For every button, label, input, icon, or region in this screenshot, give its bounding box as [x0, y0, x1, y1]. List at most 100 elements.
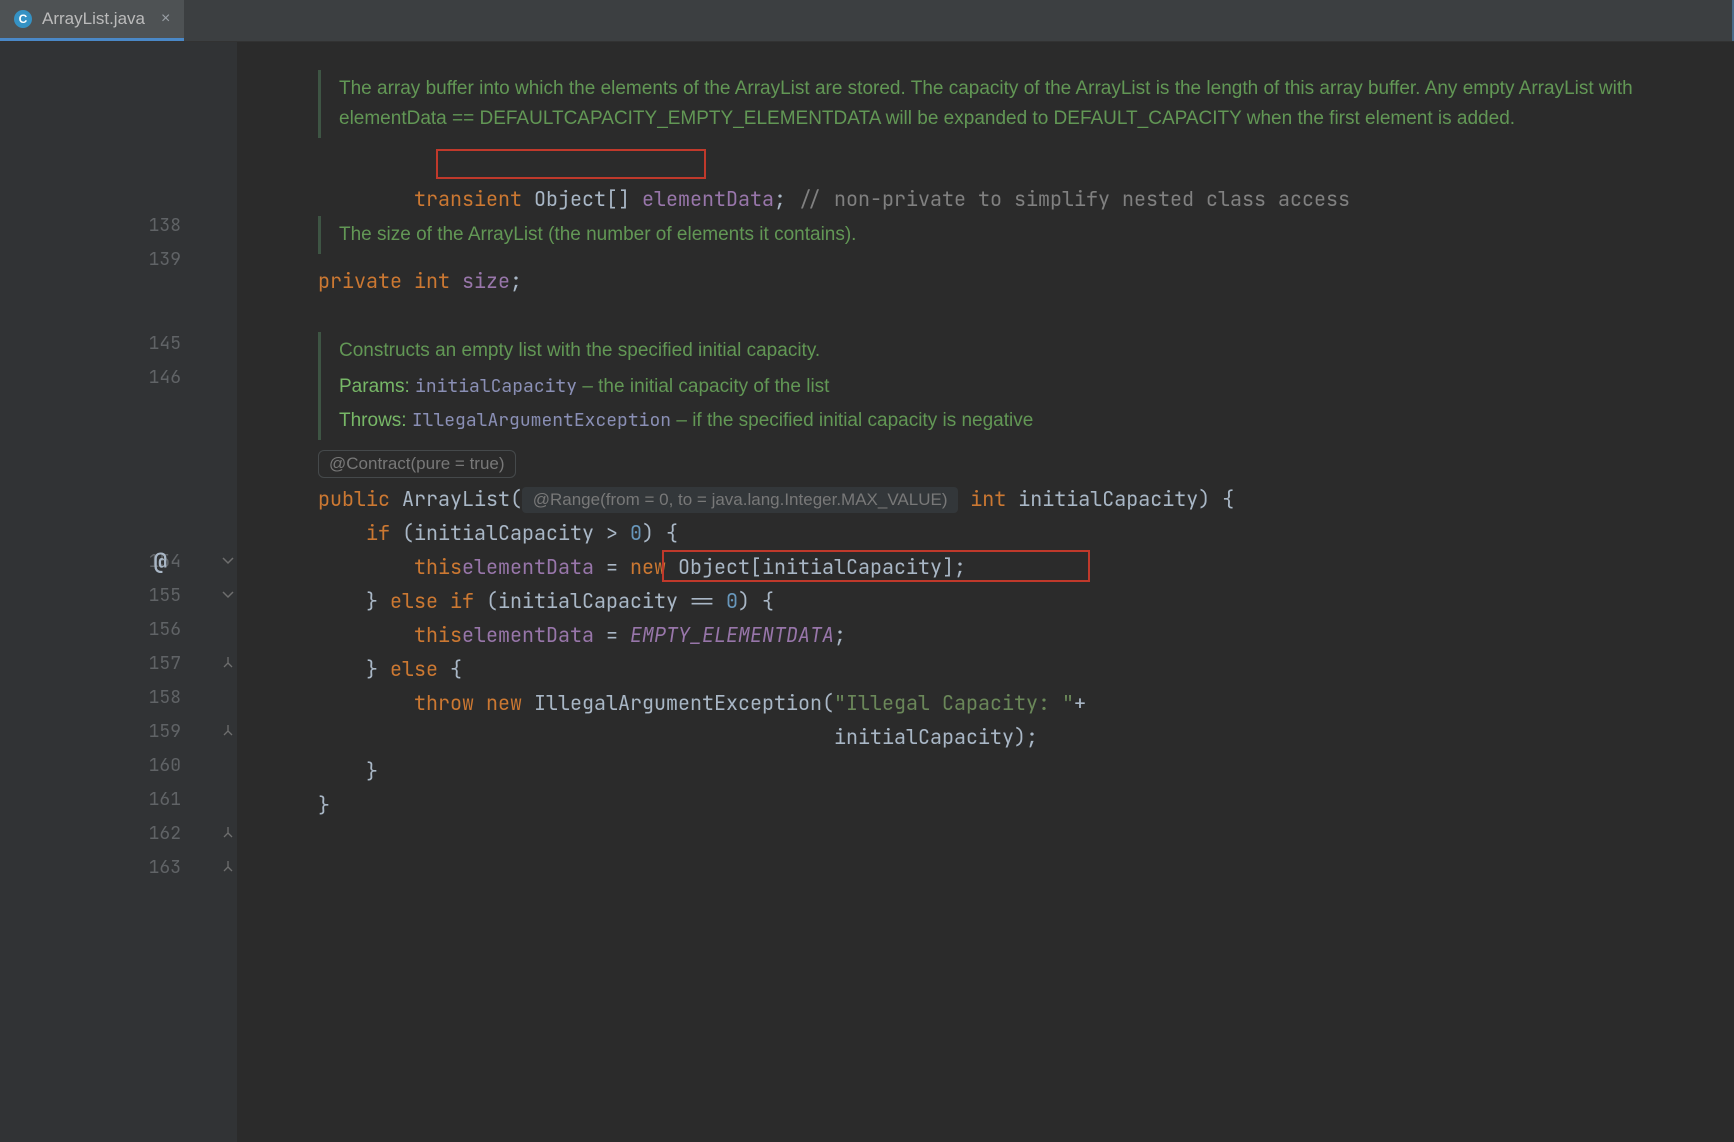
code-line[interactable]: [318, 298, 1734, 332]
punct: }: [318, 792, 330, 818]
code-line[interactable]: transient Object[] elementData; // non-p…: [318, 148, 1734, 182]
line-number: 145: [0, 326, 237, 360]
code-line[interactable]: initialCapacity);: [318, 720, 1734, 754]
field-name: elementData: [462, 622, 594, 648]
method-name: ArrayList: [402, 486, 510, 512]
tab-filename: ArrayList.java: [42, 9, 145, 29]
punct: ;: [834, 622, 846, 648]
punct: +: [1074, 690, 1086, 716]
code-line[interactable]: }: [318, 754, 1734, 788]
keyword: else: [390, 656, 450, 682]
line-number: 160: [0, 748, 237, 782]
line-number: 162: [0, 816, 237, 850]
fold-marker-icon[interactable]: [221, 724, 235, 738]
punct: }: [366, 588, 390, 614]
line-number: 138: [0, 208, 237, 242]
line-number: 163: [0, 850, 237, 884]
javadoc-text: The size of the ArrayList (the number of…: [339, 224, 856, 245]
line-number: 156: [0, 612, 237, 646]
punct: }: [366, 758, 378, 784]
indent: [318, 622, 414, 648]
line-number: 155: [0, 578, 237, 612]
javadoc-throws-label: Throws:: [339, 410, 412, 431]
editor: 138 139 145 146 154 @ 155 156 157 158 15…: [0, 42, 1734, 1142]
tab-bar: C ArrayList.java ×: [0, 0, 1734, 42]
code-line[interactable]: thiselementData = EMPTY_ELEMENTDATA;: [318, 618, 1734, 652]
code-line[interactable]: public ArrayList( @Range(from = 0, to = …: [318, 482, 1734, 516]
code-line[interactable]: }: [318, 788, 1734, 822]
number: 0: [726, 588, 738, 614]
punct: }: [366, 656, 390, 682]
code-area[interactable]: The array buffer into which the elements…: [238, 42, 1734, 1142]
keyword: public: [318, 486, 402, 512]
code-line[interactable]: [318, 182, 1734, 216]
keyword: private: [318, 268, 414, 294]
string: "Illegal Capacity: ": [834, 690, 1074, 716]
javadoc-block: The size of the ArrayList (the number of…: [318, 216, 1734, 254]
line-number: 154 @: [0, 544, 237, 578]
keyword: this: [414, 622, 462, 648]
annotation-icon[interactable]: @: [154, 547, 167, 576]
code-line[interactable]: if (initialCapacity > 0) {: [318, 516, 1734, 550]
code-text: Object[initialCapacity]: [678, 554, 954, 580]
punct: ) {: [1198, 486, 1234, 512]
parameter-name: initialCapacity: [1018, 486, 1198, 512]
code-line[interactable]: thiselementData = new Object[initialCapa…: [318, 550, 1734, 584]
indent: [318, 690, 414, 716]
line-number: 139: [0, 242, 237, 276]
field-name: size: [462, 268, 510, 294]
code-text: IllegalArgumentException(: [534, 690, 834, 716]
punct: ) {: [642, 520, 678, 546]
class-file-icon: C: [14, 10, 32, 28]
code-line[interactable]: } else {: [318, 652, 1734, 686]
keyword: int: [414, 268, 462, 294]
inlay-hint-range: @Range(from = 0, to = java.lang.Integer.…: [522, 487, 958, 513]
close-icon[interactable]: ×: [161, 10, 170, 28]
code-line[interactable]: private int size;: [318, 264, 1734, 298]
fold-toggle[interactable]: [221, 554, 235, 568]
keyword: new: [630, 554, 678, 580]
line-number: 157: [0, 646, 237, 680]
fold-marker-icon[interactable]: [221, 826, 235, 840]
indent: [318, 554, 414, 580]
constant: EMPTY_ELEMENTDATA: [630, 622, 834, 648]
punct: ;: [954, 554, 966, 580]
fold-toggle[interactable]: [221, 588, 235, 602]
javadoc-block: Constructs an empty list with the specif…: [318, 332, 1734, 440]
javadoc-params-label: Params:: [339, 376, 415, 397]
code-text: initialCapacity);: [834, 724, 1038, 750]
inlay-hint-contract: @Contract(pure = true): [318, 450, 516, 478]
line-number: 158: [0, 680, 237, 714]
file-tab[interactable]: C ArrayList.java ×: [0, 0, 184, 41]
highlight-box: [436, 149, 706, 179]
punct: ) {: [738, 588, 774, 614]
indent: [318, 656, 366, 682]
code-text: (initialCapacity ==: [486, 588, 726, 614]
punct: ;: [510, 268, 522, 294]
javadoc-exception-desc: – if the specified initial capacity is n…: [676, 410, 1033, 431]
indent: [318, 758, 366, 784]
punct: =: [594, 554, 630, 580]
code-line[interactable]: } else if (initialCapacity == 0) {: [318, 584, 1734, 618]
fold-marker-icon[interactable]: [221, 656, 235, 670]
javadoc-param-name: initialCapacity: [415, 375, 577, 398]
line-number: 161: [0, 782, 237, 816]
punct: (: [510, 486, 522, 512]
punct: =: [594, 622, 630, 648]
fold-marker-icon[interactable]: [221, 860, 235, 874]
javadoc-summary: Constructs an empty list with the specif…: [339, 336, 1734, 366]
field-name: elementData: [462, 554, 594, 580]
line-number: 146: [0, 360, 237, 394]
indent: [318, 724, 834, 750]
javadoc-param-desc: – the initial capacity of the list: [582, 376, 829, 397]
keyword: int: [958, 486, 1018, 512]
indent: [318, 520, 366, 546]
code-text: (initialCapacity >: [402, 520, 630, 546]
punct: {: [450, 656, 462, 682]
code-line[interactable]: throw new IllegalArgumentException("Ille…: [318, 686, 1734, 720]
keyword: this: [414, 554, 462, 580]
keyword: throw new: [414, 690, 534, 716]
line-number: 159: [0, 714, 237, 748]
gutter: 138 139 145 146 154 @ 155 156 157 158 15…: [0, 42, 238, 1142]
javadoc-text: The array buffer into which the elements…: [339, 78, 1633, 129]
